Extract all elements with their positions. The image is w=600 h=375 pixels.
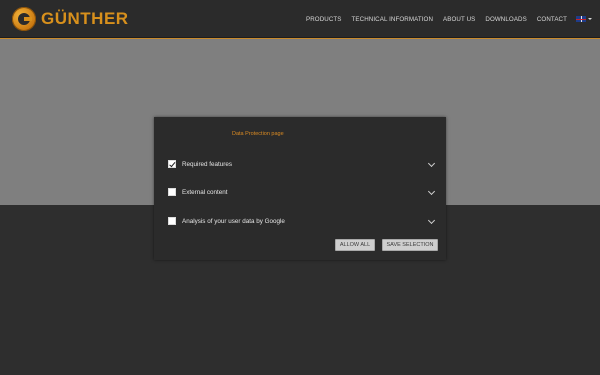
guenther-g-logo-icon [12, 7, 36, 31]
nav-item-about-us[interactable]: ABOUT US [443, 16, 475, 23]
caret-down-icon [588, 18, 592, 20]
nav-item-contact[interactable]: CONTACT [537, 16, 567, 23]
chevron-down-icon[interactable] [427, 159, 436, 168]
nav-item-downloads[interactable]: DOWNLOADS [485, 16, 526, 23]
language-selector[interactable] [576, 16, 592, 22]
external-content-checkbox[interactable] [168, 188, 176, 196]
nav-item-products[interactable]: PRODUCTS [306, 16, 342, 23]
brand-logo[interactable]: GÜNTHER [12, 7, 129, 31]
nav-item-technical-information[interactable]: TECHNICAL INFORMATION [352, 16, 434, 23]
consent-option-google-analysis[interactable]: Analysis of your user data by Google [168, 216, 436, 226]
required-features-checkbox[interactable] [168, 160, 176, 168]
uk-flag-icon [576, 16, 586, 22]
consent-option-label: External content [182, 188, 228, 196]
save-selection-button[interactable]: SAVE SELECTION [382, 239, 438, 251]
google-analysis-checkbox[interactable] [168, 217, 176, 225]
consent-option-required-features[interactable]: Required features [168, 159, 436, 169]
consent-option-label: Required features [182, 160, 233, 168]
privacy-consent-dialog: Data Protection page Required features E… [154, 117, 446, 260]
page: GÜNTHER PRODUCTS TECHNICAL INFORMATION A… [0, 0, 600, 375]
chevron-down-icon[interactable] [427, 187, 436, 196]
allow-all-button[interactable]: ALLOW ALL [335, 239, 375, 251]
consent-option-label: Analysis of your user data by Google [182, 217, 285, 225]
main-nav: PRODUCTS TECHNICAL INFORMATION ABOUT US … [296, 0, 592, 38]
data-protection-link[interactable]: Data Protection page [232, 131, 284, 137]
consent-option-external-content[interactable]: External content [168, 187, 436, 197]
chevron-down-icon[interactable] [427, 216, 436, 225]
brand-name: GÜNTHER [41, 9, 129, 28]
site-header: GÜNTHER PRODUCTS TECHNICAL INFORMATION A… [0, 0, 600, 38]
